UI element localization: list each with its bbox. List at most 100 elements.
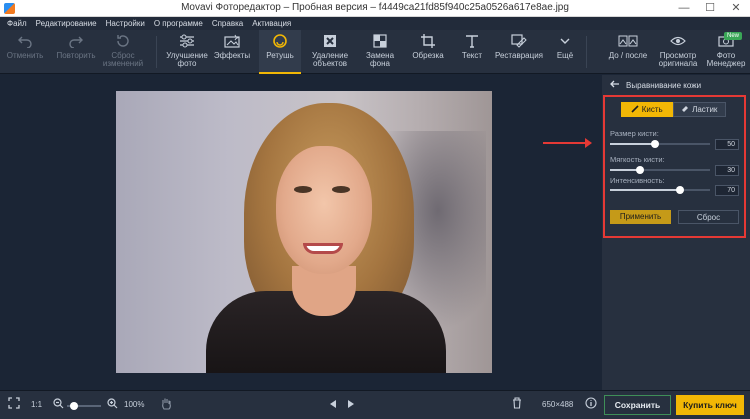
restoration-button[interactable]: Реставрация [493,30,545,74]
brush-size-handle[interactable] [651,140,659,148]
effects-button[interactable]: Эффекты [212,30,252,74]
brush-toggle[interactable]: Кисть [621,102,673,117]
photo-manager-label: Фото Менеджер [706,51,746,68]
redo-icon [69,30,83,52]
eraser-icon [681,105,689,115]
reset-changes-button[interactable]: Сброс изменений [100,30,146,74]
replace-background-button[interactable]: Замена фона [360,30,400,74]
eye-icon [670,30,686,52]
window-title: Movavi Фоторедактор – Пробная версия – f… [181,2,569,13]
close-button[interactable]: ✕ [722,0,750,17]
intensity-handle[interactable] [676,186,684,194]
image-canvas[interactable] [0,75,602,390]
buy-key-button[interactable]: Купить ключ [676,395,744,415]
view-original-button[interactable]: Просмотр оригинала [656,30,700,74]
brush-softness-handle[interactable] [636,166,644,174]
remove-objects-button[interactable]: Удаление объектов [307,30,353,74]
photo-manager-button[interactable]: New Фото Менеджер [704,30,748,74]
reset-changes-label: Сброс изменений [102,51,144,68]
before-after-button[interactable]: До / после [607,30,649,74]
toolbar-divider [586,36,587,68]
panel-title: Выравнивание кожи [626,80,702,90]
zoom-out-icon[interactable] [53,398,64,411]
before-after-label: До / после [608,51,648,60]
chevron-down-icon [560,30,570,52]
retouch-icon [272,30,288,52]
brush-eraser-toggle: Кисть Ластик [621,102,726,117]
eraser-toggle[interactable]: Ластик [672,102,726,117]
annotation-arrow [543,138,592,148]
menu-edit[interactable]: Редактирование [36,19,97,28]
brush-size-label: Размер кисти: [610,129,659,138]
apply-button[interactable]: Применить [610,210,671,224]
crop-icon [421,30,435,52]
restoration-label: Реставрация [495,51,543,60]
brush-softness-slider[interactable] [610,166,710,174]
undo-button[interactable]: Отменить [5,30,45,74]
brush-softness-label: Мягкость кисти: [610,155,665,164]
replace-background-icon [373,30,387,52]
main-toolbar: Отменить Повторить Сброс изменений Улучш… [0,30,750,74]
more-label: Ещё [556,51,574,60]
text-label: Текст [461,51,483,60]
undo-label: Отменить [6,51,44,60]
retouch-settings-panel: Выравнивание кожи Кисть Ластик Размер ки… [602,75,750,390]
menu-activation[interactable]: Активация [252,19,291,28]
retouch-label: Ретушь [266,51,294,60]
maximize-button[interactable]: ☐ [698,0,722,17]
brush-size-slider[interactable] [610,140,710,148]
effects-label: Эффекты [213,51,251,60]
menu-settings[interactable]: Настройки [106,19,145,28]
save-button[interactable]: Сохранить [604,395,671,415]
hand-tool-icon[interactable] [160,397,172,412]
minimize-button[interactable]: — [672,0,696,17]
edited-photo[interactable] [116,91,492,373]
trash-icon[interactable] [512,397,522,411]
enhance-photo-label: Улучшение фото [166,51,208,68]
eraser-label: Ластик [692,105,718,114]
zoom-level: 100% [124,400,145,409]
previous-image-icon[interactable] [329,399,337,411]
panel-header: Выравнивание кожи [610,80,701,90]
sliders-icon [179,30,195,52]
image-dimensions: 650×488 [542,400,574,409]
next-image-icon[interactable] [347,399,355,411]
replace-background-label: Замена фона [365,51,395,68]
info-icon[interactable] [585,397,597,411]
zoom-in-icon[interactable] [107,398,118,411]
view-original-label: Просмотр оригинала [658,51,698,68]
intensity-slider[interactable] [610,186,710,194]
zoom-slider-handle[interactable] [70,402,78,410]
effects-icon [224,30,240,52]
undo-icon [18,30,32,52]
text-button[interactable]: Текст [455,30,489,74]
brush-icon [631,104,639,115]
crop-button[interactable]: Обрезка [410,30,446,74]
status-bar: 1:1 100% 650×488 Сохранить Купить ключ [0,390,750,419]
text-icon [465,30,479,52]
brush-size-value[interactable]: 50 [715,139,739,150]
menu-help[interactable]: Справка [212,19,243,28]
remove-objects-label: Удаление объектов [311,51,349,68]
retouch-tab[interactable]: Ретушь [259,30,301,74]
new-badge: New [723,32,742,40]
back-arrow-icon[interactable] [610,80,620,90]
actual-size-button[interactable]: 1:1 [31,400,42,409]
brush-label: Кисть [641,105,663,114]
title-bar: Movavi Фоторедактор – Пробная версия – f… [0,0,750,17]
redo-button[interactable]: Повторить [53,30,99,74]
menu-bar: Файл Редактирование Настройки О программ… [0,17,750,30]
enhance-photo-button[interactable]: Улучшение фото [163,30,211,74]
menu-file[interactable]: Файл [7,19,27,28]
reset-button[interactable]: Сброс [678,210,739,224]
restoration-icon [511,30,527,52]
more-button[interactable]: Ещё [550,30,580,74]
before-after-icon [618,30,638,52]
fit-screen-icon[interactable] [8,397,20,411]
brush-softness-value[interactable]: 30 [715,165,739,176]
remove-objects-icon [323,30,337,52]
menu-about[interactable]: О программе [154,19,203,28]
intensity-value[interactable]: 70 [715,185,739,196]
crop-label: Обрезка [412,51,444,60]
toolbar-divider [156,36,157,68]
